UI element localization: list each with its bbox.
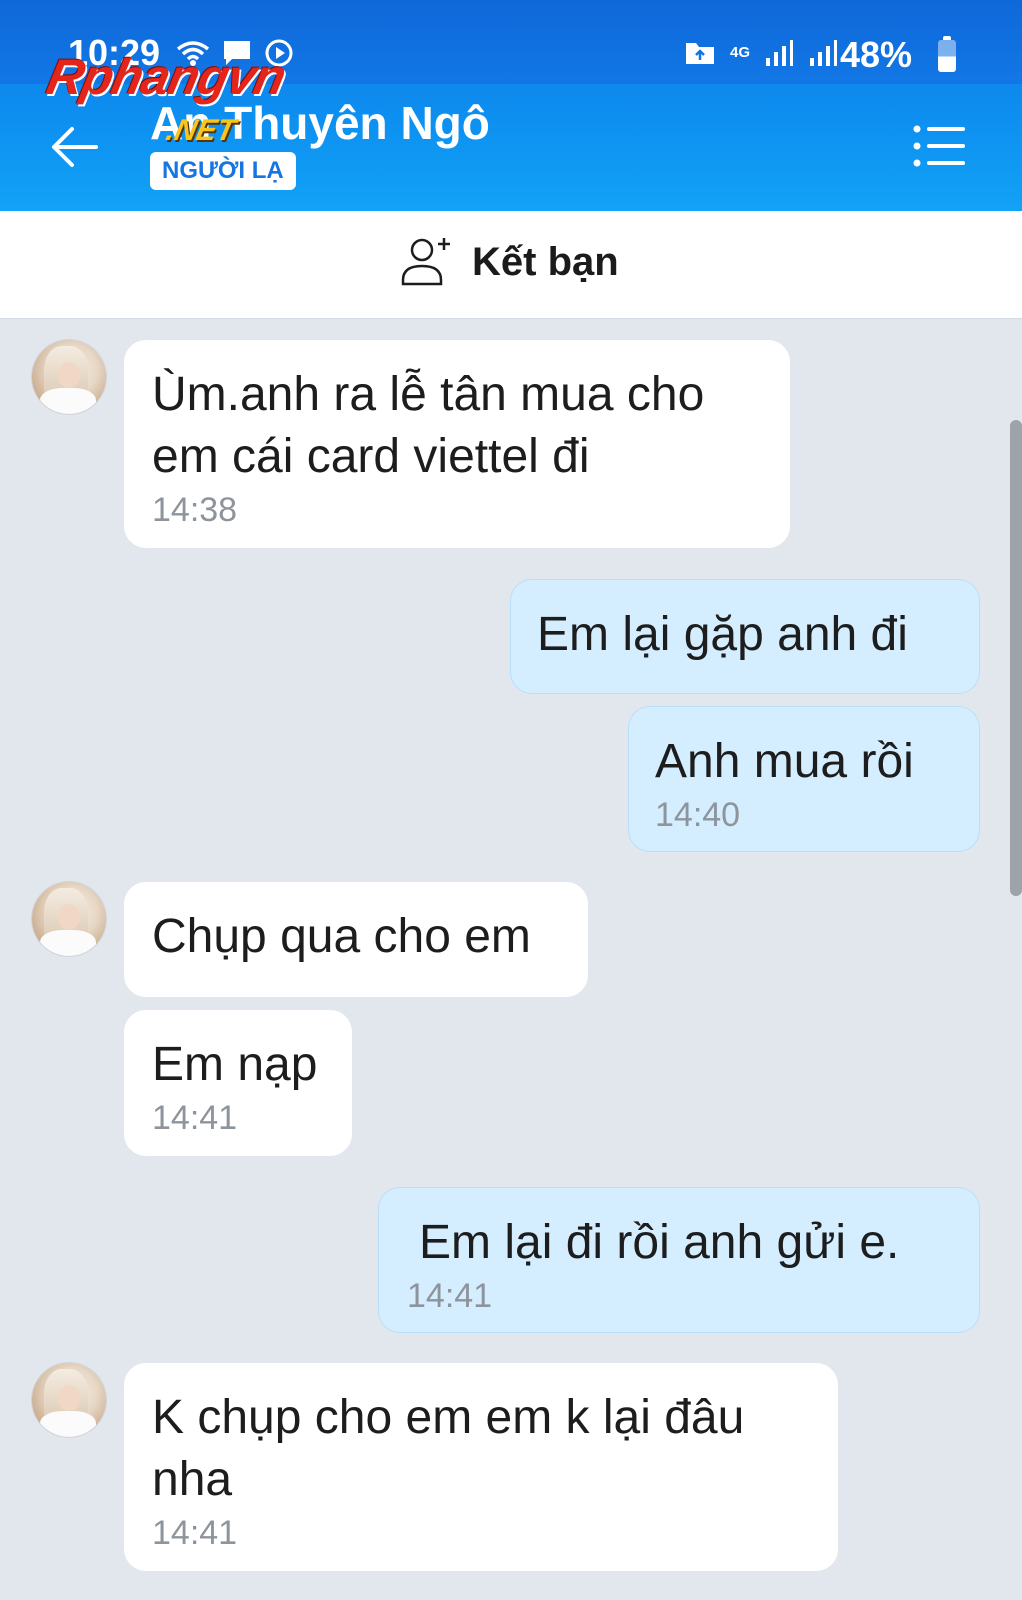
message-bubble-outgoing[interactable]: Em lại đi rồi anh gửi e. 14:41 — [378, 1187, 980, 1333]
watermark-suffix: .NET — [163, 114, 239, 147]
message-time: 14:41 — [152, 1514, 238, 1552]
network-type: 4G — [729, 44, 750, 61]
battery-icon — [938, 36, 956, 72]
stranger-badge: NGƯỜI LẠ — [150, 152, 296, 190]
contact-avatar[interactable] — [32, 340, 106, 414]
message-text-line: Em nạp — [152, 1038, 318, 1091]
back-arrow-icon[interactable] — [48, 124, 100, 170]
message-text-line: em cái card viettel đi — [152, 430, 590, 483]
battery-percent: 48% — [839, 34, 912, 75]
folder-icon — [685, 43, 714, 64]
message-time: 14:41 — [407, 1277, 493, 1315]
message-text-line: nha — [152, 1453, 233, 1506]
message-bubble-incoming[interactable]: K chụp cho em em k lại đâu nha 14:41 — [124, 1363, 838, 1571]
message-text-line: K chụp cho em em k lại đâu — [152, 1391, 745, 1444]
chat-header: 10:29 4G 48% An Thuyên Ngô NGƯỜI LẠ Rpha… — [0, 0, 1022, 211]
list-menu-icon[interactable] — [912, 124, 968, 168]
contact-avatar[interactable] — [32, 1363, 106, 1437]
status-icons-right: 4G — [684, 38, 838, 68]
message-time: 14:41 — [152, 1099, 238, 1137]
message-time: 14:40 — [655, 796, 741, 834]
message-bubble-incoming[interactable]: Em nạp 14:41 — [124, 1010, 352, 1156]
message-bubble-outgoing[interactable]: Anh mua rồi 14:40 — [628, 706, 980, 852]
watermark-logo: Rphangvn .NET — [42, 49, 291, 147]
add-friend-label: Kết bạn — [472, 239, 619, 284]
contact-avatar[interactable] — [32, 882, 106, 956]
signal-icon — [810, 40, 837, 66]
chat-scrollbar[interactable] — [1010, 420, 1022, 896]
message-text-line: Ùm.anh ra lễ tân mua cho — [152, 368, 705, 421]
watermark-main: Rphangvn — [42, 49, 291, 105]
message-text-line: Chụp qua cho em — [152, 910, 531, 963]
message-bubble-incoming[interactable]: Chụp qua cho em — [124, 882, 588, 997]
add-friend-button[interactable]: Kết bạn — [400, 236, 619, 288]
message-bubble-incoming[interactable]: Ùm.anh ra lễ tân mua cho em cái card vie… — [124, 340, 790, 548]
message-bubble-outgoing[interactable]: Em lại gặp anh đi — [510, 579, 980, 694]
message-time: 14:38 — [152, 491, 238, 529]
message-text-line: Em lại gặp anh đi — [537, 608, 908, 661]
signal-icon — [766, 40, 793, 66]
message-text-line: Anh mua rồi — [655, 735, 914, 788]
message-text-line: Em lại đi rồi anh gửi e. — [419, 1216, 900, 1269]
add-person-icon — [401, 238, 450, 286]
